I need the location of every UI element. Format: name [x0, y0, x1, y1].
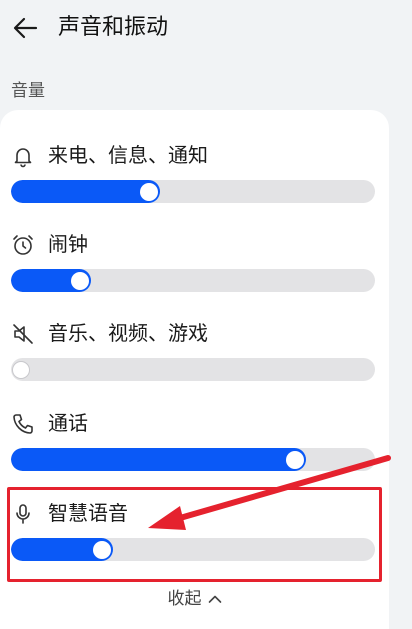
volume-label: 音乐、视频、游戏 — [48, 321, 208, 345]
arrow-left-icon[interactable] — [10, 12, 42, 44]
volume-item-voice-assistant: 智慧语音 — [0, 501, 389, 582]
microphone-icon — [16, 504, 30, 524]
volume-slider[interactable] — [11, 358, 375, 381]
slider-fill — [11, 448, 306, 471]
header: 声音和振动 — [0, 0, 412, 58]
volume-slider[interactable] — [11, 538, 375, 561]
phone-icon — [13, 414, 33, 434]
slider-thumb[interactable] — [71, 271, 90, 290]
volume-slider[interactable] — [11, 180, 375, 203]
slider-thumb[interactable] — [92, 540, 111, 559]
volume-item-call: 通话 — [0, 411, 389, 492]
collapse-button[interactable]: 收起 — [0, 587, 389, 611]
slider-thumb[interactable] — [285, 450, 304, 469]
volume-slider[interactable] — [11, 448, 375, 471]
bell-icon — [14, 148, 32, 168]
volume-item-notifications: 来电、信息、通知 — [0, 143, 389, 224]
chevron-up-icon — [208, 595, 221, 603]
collapse-label: 收起 — [167, 589, 202, 609]
volume-item-alarm: 闹钟 — [0, 232, 389, 313]
slider-thumb[interactable] — [12, 360, 30, 379]
slider-fill — [11, 180, 161, 203]
slider-thumb[interactable] — [140, 182, 159, 201]
speaker-muted-icon — [13, 324, 33, 344]
volume-label: 闹钟 — [48, 232, 88, 256]
volume-label: 智慧语音 — [48, 501, 128, 525]
page-title: 声音和振动 — [58, 15, 169, 40]
volume-item-media: 音乐、视频、游戏 — [0, 321, 389, 402]
volume-label: 通话 — [48, 411, 88, 435]
alarm-clock-icon — [13, 235, 33, 255]
volume-slider[interactable] — [11, 269, 375, 292]
section-label: 音量 — [11, 81, 45, 101]
volume-label: 来电、信息、通知 — [48, 143, 208, 167]
